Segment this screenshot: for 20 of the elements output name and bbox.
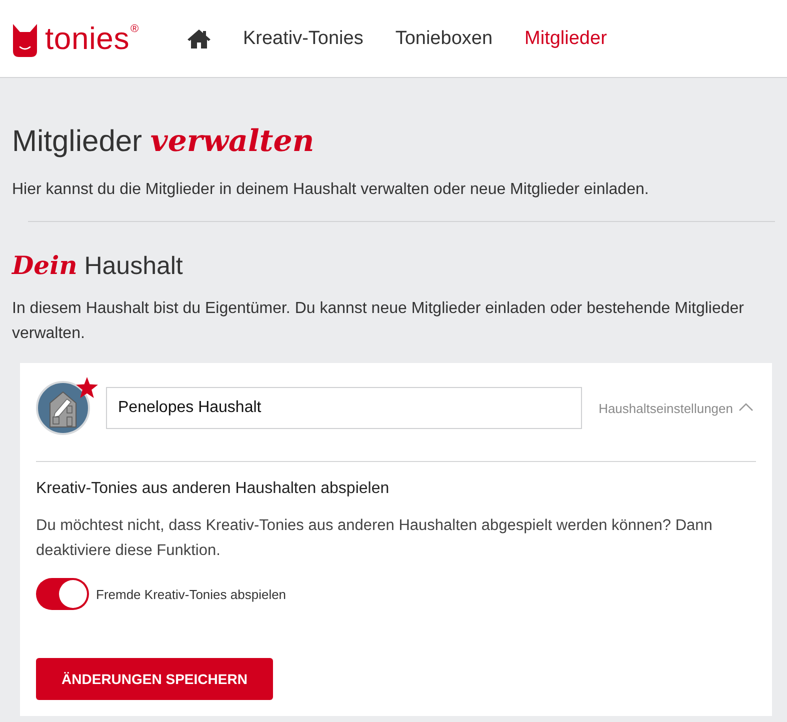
house-avatar-icon[interactable] xyxy=(36,381,90,435)
section-heading: Dein Haushalt xyxy=(12,250,184,282)
toggle-label: Fremde Kreativ-Tonies abspielen xyxy=(96,586,286,602)
page-title: Mitglieder verwalten xyxy=(12,124,316,160)
intro-text: Hier kannst du die Mitglieder in deinem Haushalt verwalten oder neue Mitglieder einladen. xyxy=(12,180,650,200)
logo-wordmark[interactable]: tonies$^{®}$ xyxy=(45,23,139,54)
nav-link[interactable]: Tonieboxen xyxy=(395,28,493,50)
settings-link[interactable]: Haushaltseinstellungen xyxy=(598,400,756,416)
save-button[interactable]: ÄNDERUNGEN SPEICHERN xyxy=(36,658,273,700)
cat-logo-icon xyxy=(12,22,38,56)
setting-description: Du möchtest nicht, dass Kreativ-Tonies aus anderen Haushalten abgespielt werden können? Dann deaktiviere diese Funktion. xyxy=(36,516,714,561)
chevron-up-icon xyxy=(739,402,753,410)
setting-title: Kreativ-Tonies aus anderen Haushalten abspielen xyxy=(36,479,390,499)
nav-link[interactable]: Kreativ-Tonies xyxy=(242,28,364,50)
household-description: In diesem Haushalt bist du Eigentümer. Du kannst neue Mitglieder einladen oder bestehende Mitglieder verwalten. xyxy=(12,299,745,344)
home-link[interactable] xyxy=(186,28,211,48)
toggle-switch[interactable] xyxy=(36,578,89,610)
home-icon xyxy=(186,28,211,48)
household-name-field[interactable]: Penelopes Haushalt xyxy=(106,387,582,429)
nav-link[interactable]: Mitglieder xyxy=(524,28,607,50)
